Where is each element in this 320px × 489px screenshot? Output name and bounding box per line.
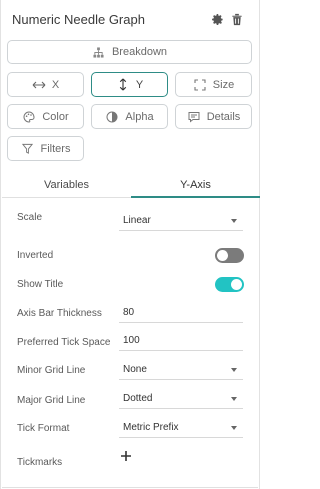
major-grid-line-select[interactable]: Dotted: [119, 389, 243, 409]
axis-bar-thickness-value: 80: [123, 307, 135, 318]
active-tab-indicator: [131, 196, 260, 198]
scale-label: Scale: [17, 212, 43, 223]
breakdown-button[interactable]: Breakdown: [7, 40, 252, 64]
color-button[interactable]: Color: [7, 104, 84, 129]
alpha-label: Alpha: [125, 110, 154, 123]
y-axis-button[interactable]: Y: [91, 72, 168, 97]
panel-title: Numeric Needle Graph: [12, 11, 145, 27]
horizontal-arrows-icon: [32, 78, 46, 92]
chevron-down-icon: [231, 426, 237, 430]
gear-icon[interactable]: [209, 11, 225, 27]
panel-header: Numeric Needle Graph: [12, 8, 245, 30]
show-title-toggle[interactable]: [215, 277, 244, 292]
resize-corners-icon: [193, 78, 207, 92]
comment-icon: [187, 110, 201, 124]
tick-format-value: Metric Prefix: [123, 422, 179, 433]
tab-y-axis[interactable]: Y-Axis: [131, 172, 260, 198]
preferred-tick-space-input[interactable]: 100: [119, 331, 243, 351]
divider: [2, 487, 258, 488]
x-axis-label: X: [51, 78, 60, 91]
tab-variables[interactable]: Variables: [2, 172, 131, 198]
alpha-circle-icon: [105, 110, 119, 124]
color-label: Color: [42, 110, 69, 123]
minor-grid-line-value: None: [123, 364, 147, 375]
major-grid-line-value: Dotted: [123, 393, 153, 404]
alpha-button[interactable]: Alpha: [91, 104, 168, 129]
properties-panel: Numeric Needle Graph Breakdown X Y Size: [0, 0, 260, 489]
chevron-down-icon: [231, 219, 237, 223]
scale-select[interactable]: Linear: [119, 211, 243, 231]
chevron-down-icon: [231, 368, 237, 372]
preferred-tick-space-label: Preferred Tick Space: [17, 337, 111, 348]
axis-bar-thickness-input[interactable]: 80: [119, 303, 243, 323]
tab-bar: Variables Y-Axis: [2, 172, 260, 198]
details-label: Details: [206, 110, 241, 123]
tick-format-label: Tick Format: [17, 423, 70, 434]
preferred-tick-space-value: 100: [123, 335, 140, 346]
vertical-arrows-icon: [116, 78, 130, 92]
axis-bar-thickness-label: Axis Bar Thickness: [17, 308, 102, 319]
inverted-toggle[interactable]: [215, 248, 244, 263]
add-plus-icon[interactable]: [120, 450, 132, 462]
filters-button[interactable]: Filters: [7, 136, 84, 161]
minor-grid-line-select[interactable]: None: [119, 360, 243, 380]
minor-grid-line-label: Minor Grid Line: [17, 365, 86, 376]
breakdown-label: Breakdown: [111, 46, 168, 58]
size-label: Size: [212, 78, 235, 91]
details-button[interactable]: Details: [175, 104, 252, 129]
toggle-knob: [217, 250, 228, 261]
major-grid-line-label: Major Grid Line: [17, 395, 86, 406]
tickmarks-label: Tickmarks: [17, 457, 63, 468]
palette-icon: [22, 110, 36, 124]
trash-icon[interactable]: [229, 11, 245, 27]
tick-format-select[interactable]: Metric Prefix: [119, 418, 243, 438]
filter-funnel-icon: [21, 142, 35, 156]
hierarchy-icon: [92, 45, 106, 59]
x-axis-button[interactable]: X: [7, 72, 84, 97]
filters-label: Filters: [40, 142, 71, 155]
show-title-label: Show Title: [17, 279, 64, 290]
y-axis-label: Y: [135, 78, 144, 91]
size-button[interactable]: Size: [175, 72, 252, 97]
chevron-down-icon: [231, 397, 237, 401]
scale-value: Linear: [123, 215, 151, 226]
inverted-label: Inverted: [17, 250, 54, 261]
toggle-knob: [231, 279, 242, 290]
